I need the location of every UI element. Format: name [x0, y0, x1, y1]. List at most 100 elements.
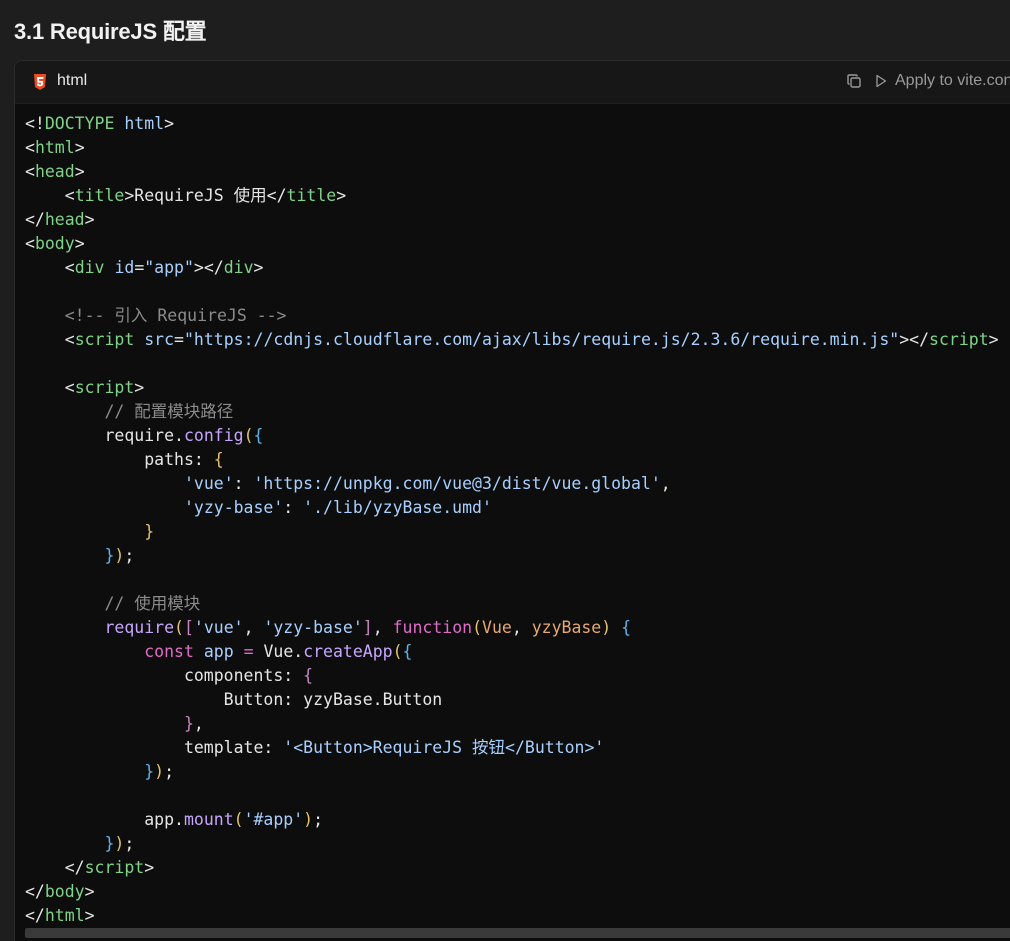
code-line: </script>: [25, 856, 999, 880]
code-token: require.: [25, 426, 184, 445]
code-token: <!: [25, 114, 45, 133]
code-line: },: [25, 712, 999, 736]
code-token: ): [154, 762, 165, 781]
code-token: >: [164, 114, 175, 133]
code-token: function: [392, 618, 473, 637]
page: 3.1 RequireJS 配置 html Apply to vite.con: [0, 0, 1010, 941]
code-token: <: [25, 138, 35, 157]
header-actions: Apply to vite.con: [847, 72, 1010, 90]
code-token: (: [243, 426, 254, 445]
code-token: =: [174, 330, 184, 349]
code-token: // 使用模块: [104, 594, 201, 613]
code-token: ,: [511, 618, 532, 637]
code-token: mount: [183, 810, 234, 829]
code-token: 'yzy-base': [263, 618, 363, 637]
code-token: './lib/yzyBase.umd': [303, 498, 492, 517]
code-token: >: [74, 138, 85, 157]
code-line: <html>: [25, 136, 999, 160]
apply-button[interactable]: Apply to vite.con: [875, 72, 1010, 90]
code-token: <: [64, 186, 75, 205]
code-token: app.: [25, 810, 184, 829]
code-line: <!DOCTYPE html>: [25, 112, 999, 136]
code-line: 'vue': 'https://unpkg.com/vue@3/dist/vue…: [25, 472, 999, 496]
code-token: head: [34, 162, 75, 181]
code-token: </: [25, 882, 45, 901]
code-token: >: [134, 378, 145, 397]
code-token: {: [213, 450, 224, 469]
code-line: // 使用模块: [25, 592, 999, 616]
code-token: 'yzy-base': [183, 498, 284, 517]
code-line: <title>RequireJS 使用</title>: [25, 184, 999, 208]
code-token: >: [253, 258, 264, 277]
code-token: ]: [362, 618, 373, 637]
code-token: </: [25, 906, 45, 925]
code-token: app: [203, 642, 234, 661]
code-line: </body>: [25, 880, 999, 904]
code-token: 'https://unpkg.com/vue@3/dist/vue.global…: [253, 474, 661, 493]
code-line: require(['vue', 'yzy-base'], function(Vu…: [25, 616, 999, 640]
code-language-label: html: [57, 72, 88, 89]
code-token: ;: [124, 546, 135, 565]
code-token: >: [74, 234, 85, 253]
code-line: template: '<Button>RequireJS 按钮</Button>…: [25, 736, 999, 760]
code-block: html Apply to vite.con <!DOCTYPE html> <h…: [14, 60, 1010, 941]
code-token: div: [223, 258, 254, 277]
code-line: components: {: [25, 664, 999, 688]
code-token: 'vue': [193, 618, 244, 637]
code-token: :: [283, 498, 304, 517]
code-token: {: [402, 642, 413, 661]
code-token: </: [266, 186, 287, 205]
code-line: </head>: [25, 208, 999, 232]
copy-icon[interactable]: [847, 74, 861, 88]
code-token: (: [233, 810, 244, 829]
code-token: require: [25, 618, 175, 637]
code-token: ): [601, 618, 612, 637]
code-token: <: [64, 258, 75, 277]
code-token: body: [44, 882, 85, 901]
code-line: });: [25, 832, 999, 856]
code-token: ,: [193, 714, 204, 733]
code-line: <div id="app"></div>: [25, 256, 999, 280]
code-token: </: [25, 210, 45, 229]
code-token: >: [336, 186, 347, 205]
code-token: script: [74, 378, 135, 397]
code-line: const app = Vue.createApp({: [25, 640, 999, 664]
code-token: >: [124, 186, 135, 205]
code-line: // 配置模块路径: [25, 400, 999, 424]
section-title: 3.1 RequireJS 配置: [14, 19, 207, 44]
code-token: ;: [164, 762, 175, 781]
code-token: >: [74, 162, 85, 181]
code-block-header: html Apply to vite.con: [15, 61, 1010, 104]
code-token: >: [144, 858, 155, 877]
code-token: (: [472, 618, 483, 637]
code-token: ): [114, 834, 125, 853]
code-line: app.mount('#app');: [25, 808, 999, 832]
code-token: (: [174, 618, 184, 637]
code-token: =: [243, 642, 254, 661]
play-icon: [876, 74, 887, 88]
code-token: }: [104, 834, 115, 853]
code-token: ,: [660, 474, 671, 493]
code-token: script: [84, 858, 145, 877]
code-token: src: [144, 330, 175, 349]
horizontal-scrollbar[interactable]: [25, 928, 1010, 938]
code-token: script: [74, 330, 135, 349]
code-token: <: [25, 162, 35, 181]
code-line: require.config({: [25, 424, 999, 448]
code-token: '<Button>RequireJS 按钮</Button>': [283, 738, 605, 757]
